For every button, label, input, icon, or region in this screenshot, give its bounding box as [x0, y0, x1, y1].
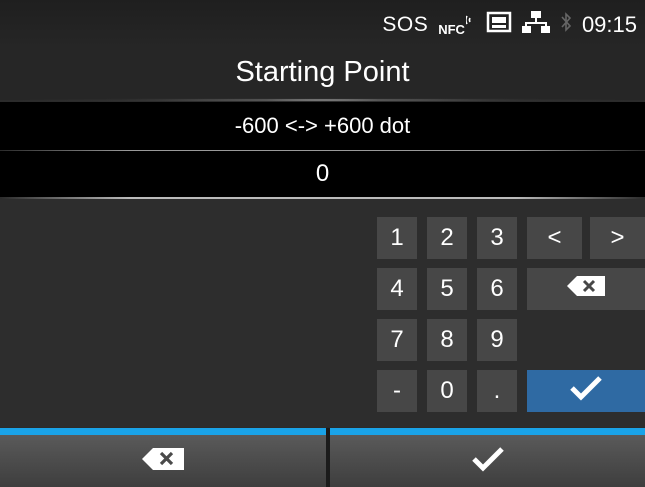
bluetooth-icon	[560, 11, 572, 39]
clock: 09:15	[581, 12, 637, 37]
cursor-left-button[interactable]: <	[527, 217, 582, 259]
confirm-button[interactable]	[330, 435, 645, 487]
sos-indicator: SOS	[382, 13, 429, 36]
input-area: 1 2 3 < > 4 5 6 7 8 9 - 0 .	[0, 199, 645, 427]
key-dot[interactable]: .	[477, 370, 517, 412]
memory-card-icon	[486, 11, 512, 39]
range-label: -600 <-> +600 dot	[0, 102, 645, 150]
checkmark-icon	[471, 446, 505, 477]
cancel-button[interactable]	[0, 435, 326, 487]
backspace-key[interactable]	[527, 268, 645, 310]
key-0[interactable]: 0	[427, 370, 467, 412]
header: Starting Point	[0, 48, 645, 100]
checkmark-icon	[569, 375, 603, 408]
backspace-icon	[142, 447, 184, 475]
status-bar: SOS NFC 09:15	[0, 0, 645, 48]
key-7[interactable]: 7	[377, 319, 417, 361]
nfc-icon: NFC	[438, 14, 476, 37]
key-9[interactable]: 9	[477, 319, 517, 361]
confirm-accent-bar	[330, 428, 645, 435]
key-2[interactable]: 2	[427, 217, 467, 259]
page-title: Starting Point	[235, 56, 410, 88]
nfc-label: NFC	[438, 21, 465, 37]
cursor-right-button[interactable]: >	[590, 217, 645, 259]
key-5[interactable]: 5	[427, 268, 467, 310]
cancel-accent-bar	[0, 428, 326, 435]
network-icon	[521, 10, 550, 40]
value-display[interactable]: 0	[0, 151, 645, 197]
key-3[interactable]: 3	[477, 217, 517, 259]
key-6[interactable]: 6	[477, 268, 517, 310]
key-4[interactable]: 4	[377, 268, 417, 310]
key-8[interactable]: 8	[427, 319, 467, 361]
status-icons: SOS NFC 09:15	[382, 10, 637, 40]
backspace-icon	[567, 275, 605, 303]
key-1[interactable]: 1	[377, 217, 417, 259]
keypad-enter-key[interactable]	[527, 370, 645, 412]
key-minus[interactable]: -	[377, 370, 417, 412]
